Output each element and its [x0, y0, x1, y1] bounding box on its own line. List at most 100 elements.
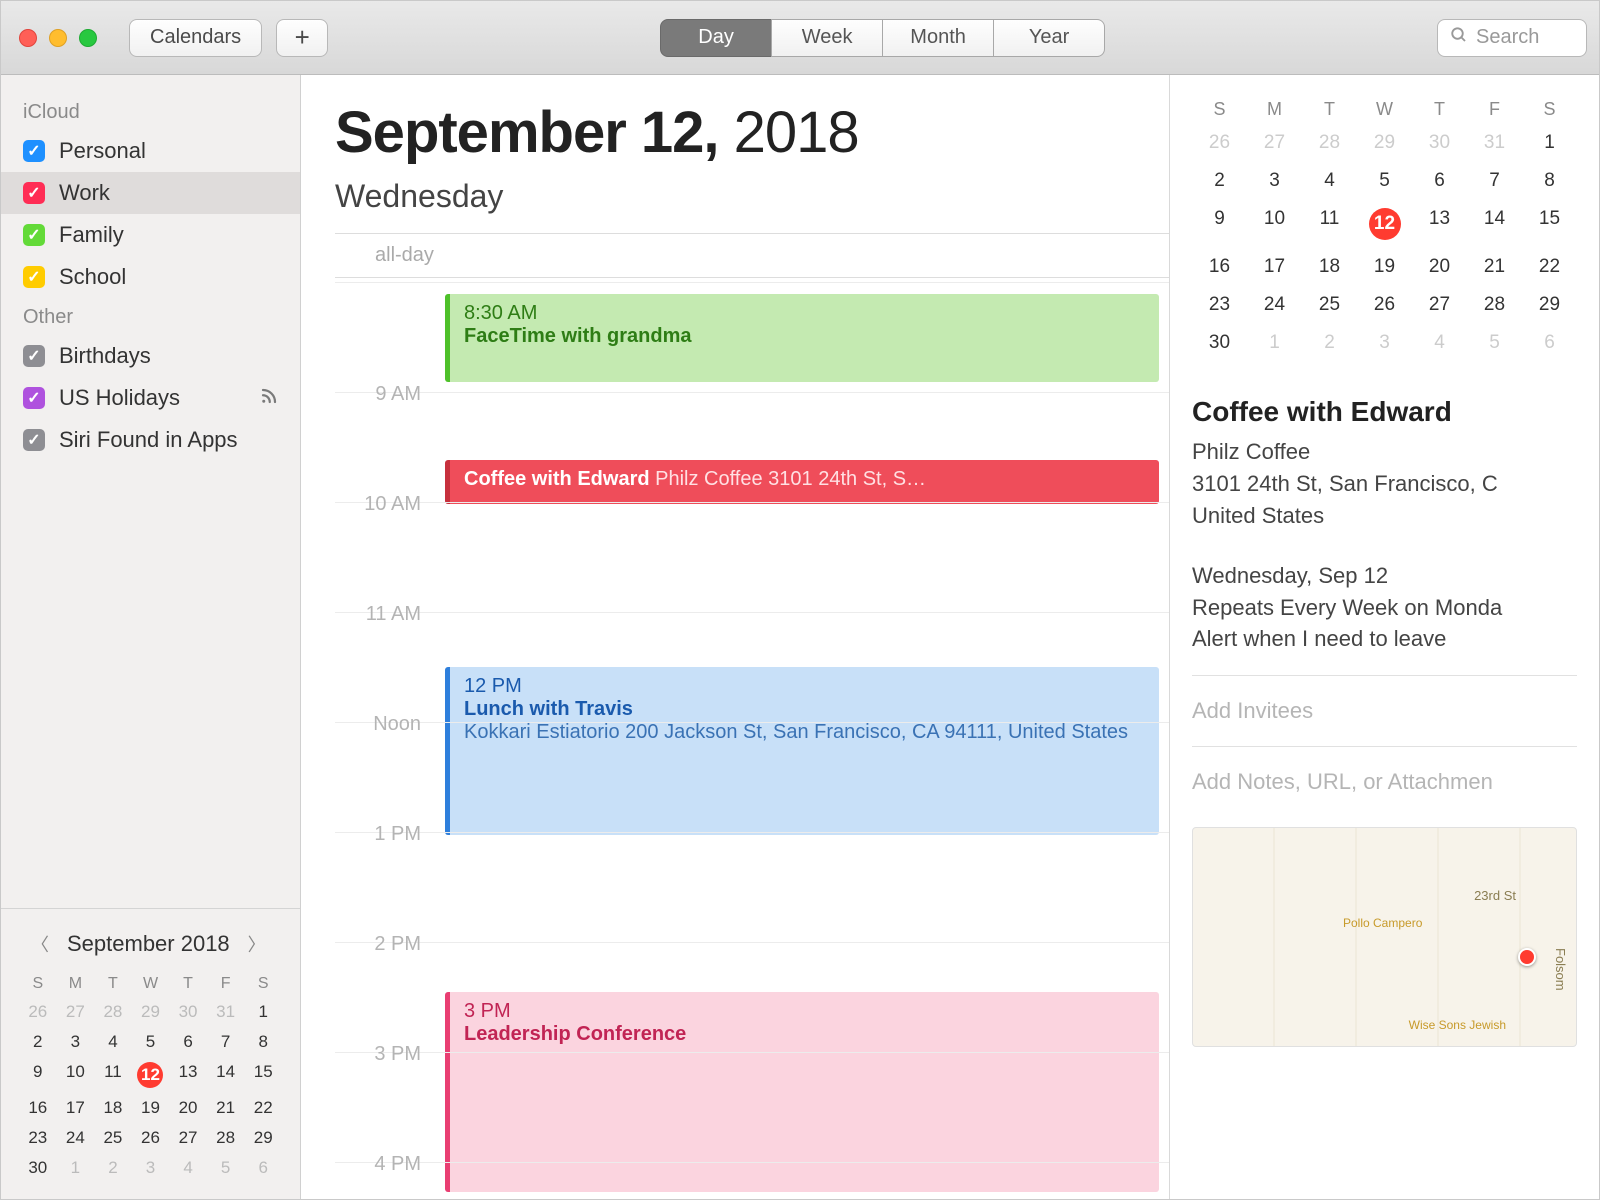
mini-cal-day[interactable]: 23 [1192, 286, 1247, 324]
mini-cal-day[interactable]: 26 [1357, 286, 1412, 324]
mini-cal-day[interactable]: 30 [1412, 124, 1467, 162]
mini-cal-day[interactable]: 24 [57, 1123, 95, 1153]
minimize-icon[interactable] [49, 29, 67, 47]
mini-cal-day[interactable]: 3 [1357, 324, 1412, 362]
calendar-checkbox[interactable] [23, 387, 45, 409]
event-map[interactable]: 23rd St Pollo Campero Wise Sons Jewish F… [1192, 827, 1577, 1047]
mini-cal-day[interactable]: 27 [1412, 286, 1467, 324]
mini-cal-day[interactable]: 1 [1522, 124, 1577, 162]
mini-cal-day[interactable]: 7 [207, 1027, 245, 1057]
event-location-line[interactable]: Philz Coffee [1192, 436, 1577, 468]
mini-cal-day[interactable]: 8 [1522, 162, 1577, 200]
mini-cal-day[interactable]: 5 [1467, 324, 1522, 362]
mini-cal-day[interactable]: 22 [1522, 248, 1577, 286]
mini-cal-day[interactable]: 21 [1467, 248, 1522, 286]
mini-cal-day[interactable]: 15 [1522, 200, 1577, 248]
inspector-mini-calendar[interactable]: SMTWTFS262728293031123456789101112131415… [1192, 95, 1577, 362]
close-icon[interactable] [19, 29, 37, 47]
mini-cal-day[interactable]: 4 [1412, 324, 1467, 362]
mini-cal-day[interactable]: 29 [244, 1123, 282, 1153]
calendar-item-us-holidays[interactable]: US Holidays [1, 377, 300, 419]
mini-cal-day[interactable]: 9 [19, 1057, 57, 1093]
mini-cal-day[interactable]: 3 [57, 1027, 95, 1057]
mini-cal-day[interactable]: 2 [1302, 324, 1357, 362]
mini-cal-day[interactable]: 1 [244, 997, 282, 1027]
mini-cal-day[interactable]: 6 [169, 1027, 207, 1057]
mini-cal-day[interactable]: 18 [1302, 248, 1357, 286]
mini-cal-day[interactable]: 12 [1357, 200, 1412, 248]
mini-cal-day[interactable]: 6 [244, 1153, 282, 1183]
mini-cal-day[interactable]: 26 [132, 1123, 170, 1153]
mini-cal-day[interactable]: 31 [207, 997, 245, 1027]
event-repeat[interactable]: Repeats Every Week on Monda [1192, 592, 1577, 624]
prev-month-button[interactable]: 〈 [27, 927, 53, 961]
calendars-toggle-button[interactable]: Calendars [129, 19, 262, 57]
timeline[interactable]: 8:30 AMFaceTime with grandmaCoffee with … [335, 282, 1169, 1199]
mini-cal-day[interactable]: 1 [1247, 324, 1302, 362]
mini-cal-day[interactable]: 16 [19, 1093, 57, 1123]
mini-cal-day[interactable]: 19 [1357, 248, 1412, 286]
mini-cal-day[interactable]: 2 [1192, 162, 1247, 200]
add-invitees-field[interactable]: Add Invitees [1192, 676, 1577, 746]
mini-cal-day[interactable]: 30 [169, 997, 207, 1027]
all-day-row[interactable]: all-day [335, 233, 1169, 278]
mini-cal-day[interactable]: 14 [1467, 200, 1522, 248]
mini-cal-day[interactable]: 5 [132, 1027, 170, 1057]
mini-cal-day[interactable]: 20 [1412, 248, 1467, 286]
calendar-checkbox[interactable] [23, 140, 45, 162]
mini-cal-day[interactable]: 8 [244, 1027, 282, 1057]
mini-cal-day[interactable]: 24 [1247, 286, 1302, 324]
mini-cal-day[interactable]: 19 [132, 1093, 170, 1123]
calendar-checkbox[interactable] [23, 182, 45, 204]
mini-cal-day[interactable]: 18 [94, 1093, 132, 1123]
mini-cal-day[interactable]: 29 [1522, 286, 1577, 324]
mini-cal-day[interactable]: 10 [57, 1057, 95, 1093]
view-tab-month[interactable]: Month [882, 19, 994, 57]
calendar-item-siri-found-in-apps[interactable]: Siri Found in Apps [1, 419, 300, 461]
mini-cal-day[interactable]: 30 [19, 1153, 57, 1183]
mini-cal-day[interactable]: 26 [19, 997, 57, 1027]
mini-cal-day[interactable]: 3 [132, 1153, 170, 1183]
calendar-item-personal[interactable]: Personal [1, 130, 300, 172]
view-tab-year[interactable]: Year [993, 19, 1105, 57]
search-input[interactable]: Search [1437, 19, 1587, 57]
mini-cal-day[interactable]: 29 [132, 997, 170, 1027]
mini-cal-day[interactable]: 23 [19, 1123, 57, 1153]
mini-cal-day[interactable]: 11 [1302, 200, 1357, 248]
add-event-button[interactable]: + [276, 19, 328, 57]
mini-cal-day[interactable]: 4 [94, 1027, 132, 1057]
mini-cal-day[interactable]: 4 [169, 1153, 207, 1183]
mini-cal-day[interactable]: 21 [207, 1093, 245, 1123]
mini-cal-day[interactable]: 13 [169, 1057, 207, 1093]
mini-cal-day[interactable]: 16 [1192, 248, 1247, 286]
mini-cal-day[interactable]: 4 [1302, 162, 1357, 200]
mini-cal-day[interactable]: 14 [207, 1057, 245, 1093]
calendar-checkbox[interactable] [23, 345, 45, 367]
mini-cal-day[interactable]: 28 [94, 997, 132, 1027]
mini-cal-day[interactable]: 15 [244, 1057, 282, 1093]
mini-cal-day[interactable]: 20 [169, 1093, 207, 1123]
mini-cal-day[interactable]: 13 [1412, 200, 1467, 248]
calendar-item-birthdays[interactable]: Birthdays [1, 335, 300, 377]
mini-cal-day[interactable]: 6 [1522, 324, 1577, 362]
calendar-checkbox[interactable] [23, 429, 45, 451]
mini-cal-day[interactable]: 31 [1467, 124, 1522, 162]
calendar-item-family[interactable]: Family [1, 214, 300, 256]
mini-cal-day[interactable]: 2 [19, 1027, 57, 1057]
mini-cal-day[interactable]: 28 [1302, 124, 1357, 162]
mini-cal-day[interactable]: 27 [57, 997, 95, 1027]
mini-cal-day[interactable]: 27 [1247, 124, 1302, 162]
event-alert[interactable]: Alert when I need to leave [1192, 623, 1577, 655]
mini-cal-day[interactable]: 22 [244, 1093, 282, 1123]
mini-cal-day[interactable]: 28 [1467, 286, 1522, 324]
mini-cal-day[interactable]: 5 [1357, 162, 1412, 200]
mini-cal-day[interactable]: 3 [1247, 162, 1302, 200]
mini-cal-day[interactable]: 5 [207, 1153, 245, 1183]
mini-cal-day[interactable]: 27 [169, 1123, 207, 1153]
mini-cal-day[interactable]: 17 [1247, 248, 1302, 286]
mini-cal-day[interactable]: 25 [1302, 286, 1357, 324]
calendar-checkbox[interactable] [23, 224, 45, 246]
event-title[interactable]: Coffee with Edward [1192, 396, 1577, 428]
mini-cal-day[interactable]: 11 [94, 1057, 132, 1093]
mini-cal-day[interactable]: 7 [1467, 162, 1522, 200]
